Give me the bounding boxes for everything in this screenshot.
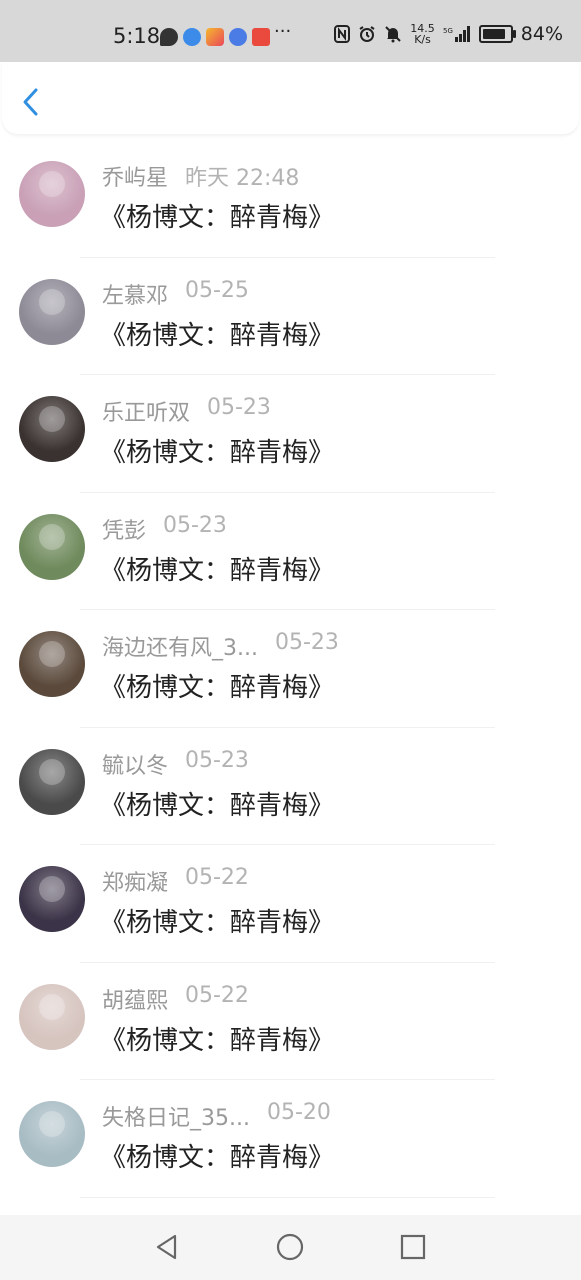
message-date: 昨天 22:48 [185,166,300,191]
sender-name: 乐正听双 [102,401,191,426]
sender-name: 胡蕴熙 [102,988,169,1014]
music-app-icon [229,28,247,46]
avatar[interactable] [19,1101,85,1167]
sender-name: 凭彭 [102,518,147,544]
avatar[interactable] [19,983,85,1050]
avatar[interactable] [19,396,85,462]
back-button[interactable] [16,84,46,120]
browser-icon [183,28,201,46]
message-text: 《杨博文：醉青梅》 [100,1143,335,1173]
avatar[interactable] [19,278,85,345]
sender-name: 乔屿星 [102,166,169,191]
divider [80,1196,495,1198]
message-date: 05-23 [163,512,227,538]
message-text: 《杨博文：醉青梅》 [100,1025,335,1056]
message-text: 《杨博文：醉青梅》 [100,438,335,468]
message-text: 《杨博文：醉青梅》 [100,555,335,586]
message-list-item[interactable]: 凭彭 05-23 《杨博文：醉青梅》 [0,493,581,610]
status-time: 5:18 [113,24,161,48]
message-date: 05-23 [185,747,249,773]
sender-name: 左慕邓 [102,283,169,309]
message-list-item[interactable]: 胡蕴熙 05-22 《杨博文：醉青梅》 [0,963,581,1080]
message-date: 05-22 [185,982,249,1008]
message-date: 05-23 [207,395,271,420]
sender-name: 失格日记_35... [102,1106,250,1131]
message-text: 《杨博文：醉青梅》 [100,673,335,703]
nav-recents-icon[interactable] [398,1232,428,1262]
nav-back-icon[interactable] [152,1232,182,1262]
sender-name: 毓以冬 [102,753,169,779]
message-list-item[interactable]: 左慕邓 05-25 《杨博文：醉青梅》 [0,258,581,375]
avatar[interactable] [19,513,85,580]
svg-text:5G: 5G [443,27,453,35]
message-list-item[interactable]: 海边还有风_3... 05-23 《杨博文：醉青梅》 [0,610,581,728]
message-date: 05-20 [267,1100,331,1125]
message-list: 乔屿星 昨天 22:48 《杨博文：醉青梅》 左慕邓 05-25 《杨博文：醉青梅》 乐正听… [0,140,581,1198]
status-bar: 5:18 ··· 14.5 K/s 5G 84% [0,0,581,62]
message-date: 05-22 [185,865,249,890]
battery-percent: 84% [520,23,563,45]
battery-icon [478,25,516,43]
message-list-item[interactable]: 郑痴凝 05-22 《杨博文：醉青梅》 [0,845,581,963]
avatar[interactable] [19,748,85,815]
message-list-item[interactable]: 乐正听双 05-23 《杨博文：醉青梅》 [0,375,581,493]
message-list-item[interactable]: 毓以冬 05-23 《杨博文：醉青梅》 [0,728,581,845]
sender-name: 郑痴凝 [102,871,169,896]
top-bar [2,62,579,134]
notification-icons [160,26,270,48]
avatar[interactable] [19,631,85,697]
more-notifications-icon: ··· [274,21,292,42]
message-text: 《杨博文：醉青梅》 [100,320,335,351]
message-date: 05-23 [275,630,339,655]
signal-icon: 5G [443,26,470,42]
avatar[interactable] [19,161,85,227]
video-app-icon [206,28,224,46]
network-speed: 14.5 K/s [410,22,435,46]
system-nav-bar [0,1215,581,1280]
nav-home-icon[interactable] [275,1232,305,1262]
message-list-item[interactable]: 失格日记_35... 05-20 《杨博文：醉青梅》 [0,1080,581,1198]
message-text: 《杨博文：醉青梅》 [100,203,335,233]
message-text: 《杨博文：醉青梅》 [100,790,335,821]
alarm-icon [359,26,375,42]
message-text: 《杨博文：醉青梅》 [100,908,335,938]
mute-icon [385,26,401,43]
chat-bubble-icon [160,28,178,46]
message-date: 05-25 [185,277,249,303]
message-list-item[interactable]: 乔屿星 昨天 22:48 《杨博文：醉青梅》 [0,140,581,258]
shopping-app-icon [252,28,270,46]
nfc-icon [334,25,351,43]
system-icons: 14.5 K/s 5G 84% [334,23,563,45]
sender-name: 海边还有风_3... [102,636,258,661]
avatar[interactable] [19,866,85,932]
